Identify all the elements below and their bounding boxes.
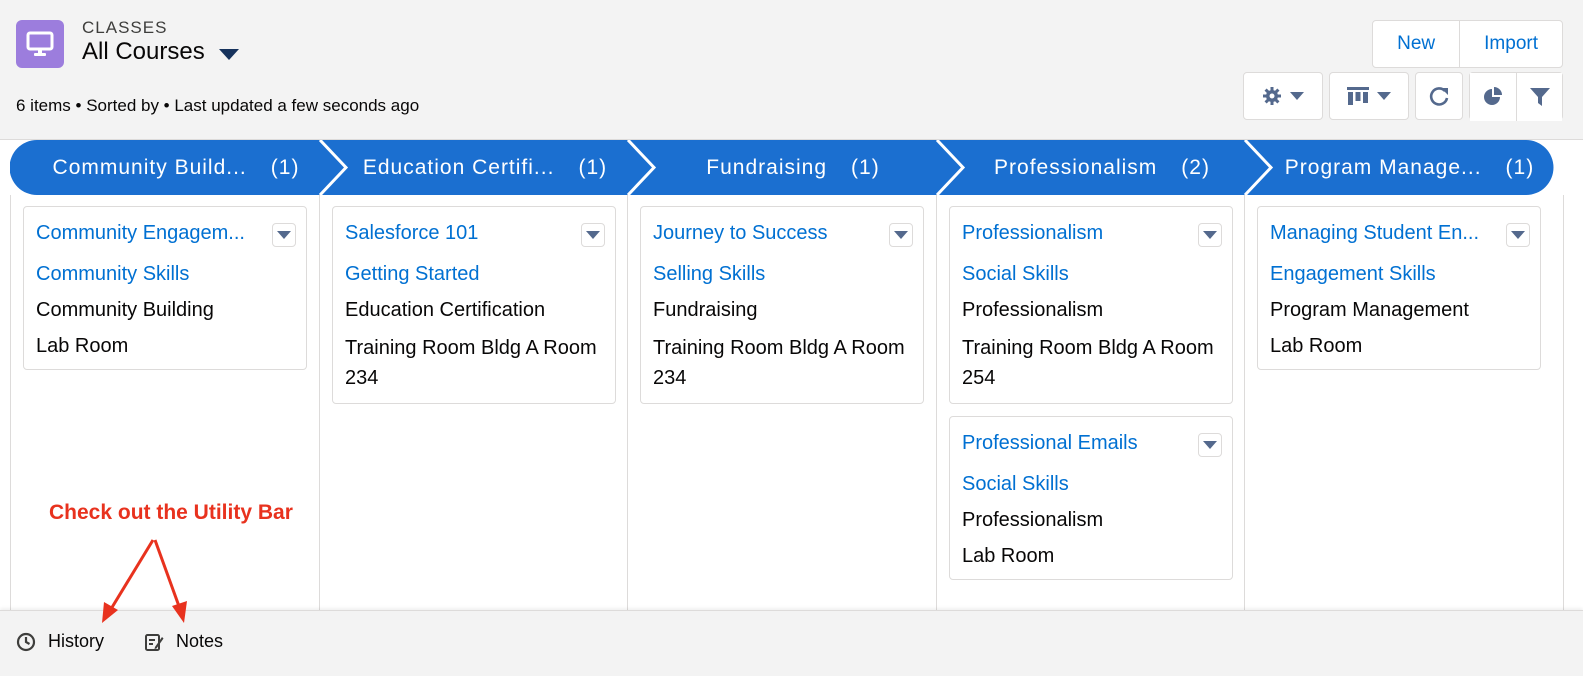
stage-label: Professionalism	[994, 155, 1158, 179]
list-view-name: All Courses	[82, 38, 205, 65]
kanban-board: Community Engagem... Community Skills Co…	[10, 195, 1564, 611]
card-category: Fundraising	[653, 299, 758, 321]
pie-chart-icon	[1484, 87, 1502, 105]
kanban-icon	[1347, 87, 1369, 105]
card-category: Professionalism	[962, 299, 1104, 321]
utility-item-label: Notes	[176, 631, 224, 651]
stage-label: Program Manage...	[1284, 155, 1482, 179]
card-menu-button[interactable]	[889, 223, 913, 247]
chevron-down-icon	[1290, 92, 1304, 100]
kanban-card[interactable]: Community Engagem... Community Skills Co…	[23, 206, 307, 370]
kanban-card[interactable]: Salesforce 101 Getting Started Education…	[332, 206, 616, 404]
kanban-card[interactable]: Professional Emails Social Skills Profes…	[949, 416, 1233, 580]
object-label: CLASSES	[82, 18, 168, 37]
filter-button[interactable]	[1516, 73, 1562, 121]
card-title-link[interactable]: Professional Emails	[962, 429, 1220, 461]
card-location: Training Room Bldg A Room 254	[962, 337, 1214, 389]
card-location: Training Room Bldg A Room 234	[653, 337, 905, 389]
annotation-callout: Check out the Utility Bar	[49, 501, 293, 524]
kanban-path: Community Build... (1) Education Certifi…	[10, 140, 1554, 195]
card-location: Lab Room	[36, 335, 129, 357]
list-meta-info: 6 items • Sorted by • Last updated a few…	[16, 96, 420, 115]
refresh-icon	[1429, 87, 1449, 106]
utility-bar: History Notes	[0, 610, 1583, 676]
column-divider	[319, 195, 320, 611]
path-stage-professionalism[interactable]: Professionalism (2)	[957, 140, 1247, 195]
card-skill-link[interactable]: Engagement Skills	[1270, 261, 1528, 287]
stage-count: (1)	[851, 155, 880, 179]
kanban-card[interactable]: Managing Student En... Engagement Skills…	[1257, 206, 1541, 370]
card-skill-link[interactable]: Community Skills	[36, 261, 294, 287]
refresh-button[interactable]	[1415, 72, 1463, 120]
column-divider	[1244, 195, 1245, 611]
card-category: Community Building	[36, 299, 214, 321]
chevron-down-icon	[1377, 92, 1391, 100]
path-stage-program-management[interactable]: Program Manage... (1)	[1265, 140, 1554, 195]
card-location: Lab Room	[1270, 335, 1363, 357]
gear-icon	[1263, 87, 1281, 105]
stage-label: Fundraising	[706, 155, 828, 179]
card-category: Education Certification	[345, 299, 546, 321]
chevron-down-icon[interactable]	[218, 48, 239, 60]
card-skill-link[interactable]: Social Skills	[962, 261, 1220, 287]
action-buttons: New Import	[1372, 20, 1563, 68]
card-skill-link[interactable]: Selling Skills	[653, 261, 911, 287]
chevron-down-icon	[277, 231, 291, 239]
card-category: Program Management	[1270, 299, 1469, 321]
card-menu-button[interactable]	[581, 223, 605, 247]
kanban-card[interactable]: Professionalism Social Skills Profession…	[949, 206, 1233, 404]
list-toolbar	[1243, 72, 1563, 121]
list-view-selector[interactable]: All Courses	[82, 38, 239, 66]
charts-button[interactable]	[1470, 73, 1516, 121]
import-button[interactable]: Import	[1459, 21, 1562, 67]
utility-item-history[interactable]: History	[16, 631, 104, 652]
list-view-header: CLASSES All Courses 6 items • Sorted by …	[0, 0, 1583, 140]
path-stage-community-building[interactable]: Community Build... (1)	[30, 140, 322, 195]
desktop-icon	[16, 20, 64, 68]
card-menu-button[interactable]	[1506, 223, 1530, 247]
stage-count: (1)	[578, 155, 608, 179]
new-button[interactable]: New	[1373, 21, 1459, 67]
column-divider	[936, 195, 937, 611]
chevron-down-icon	[894, 231, 908, 239]
card-title-link[interactable]: Community Engagem...	[36, 219, 294, 251]
kanban-card[interactable]: Journey to Success Selling Skills Fundra…	[640, 206, 924, 404]
display-as-button[interactable]	[1329, 72, 1409, 120]
card-title-link[interactable]: Managing Student En...	[1270, 219, 1528, 251]
column-divider	[1563, 195, 1564, 611]
chart-filter-group	[1469, 72, 1563, 121]
chevron-down-icon	[1511, 231, 1525, 239]
notes-icon	[145, 633, 164, 651]
card-title-link[interactable]: Journey to Success	[653, 219, 911, 251]
utility-item-notes[interactable]: Notes	[144, 631, 223, 652]
clock-icon	[16, 632, 36, 651]
path-stage-fundraising[interactable]: Fundraising (1)	[648, 140, 938, 195]
stage-count: (1)	[1505, 155, 1535, 179]
column-divider	[10, 195, 11, 611]
card-location: Training Room Bldg A Room 234	[345, 337, 597, 389]
column-divider	[627, 195, 628, 611]
filter-icon	[1529, 88, 1550, 106]
card-skill-link[interactable]: Getting Started	[345, 261, 603, 287]
stage-label: Education Certifi...	[362, 155, 555, 179]
card-category: Professionalism	[962, 509, 1104, 531]
chevron-down-icon	[1203, 441, 1217, 449]
stage-label: Community Build...	[52, 155, 247, 179]
card-menu-button[interactable]	[1198, 223, 1222, 247]
card-title-link[interactable]: Professionalism	[962, 219, 1220, 251]
path-stage-education-certification[interactable]: Education Certifi... (1)	[340, 140, 630, 195]
chevron-down-icon	[1203, 231, 1217, 239]
utility-item-label: History	[48, 631, 105, 651]
chevron-down-icon	[586, 231, 600, 239]
card-location: Lab Room	[962, 545, 1055, 567]
stage-count: (2)	[1181, 155, 1210, 179]
card-skill-link[interactable]: Social Skills	[962, 471, 1220, 497]
card-menu-button[interactable]	[272, 223, 296, 247]
card-title-link[interactable]: Salesforce 101	[345, 219, 603, 251]
stage-count: (1)	[270, 155, 300, 179]
card-menu-button[interactable]	[1198, 433, 1222, 457]
list-settings-button[interactable]	[1243, 72, 1323, 120]
